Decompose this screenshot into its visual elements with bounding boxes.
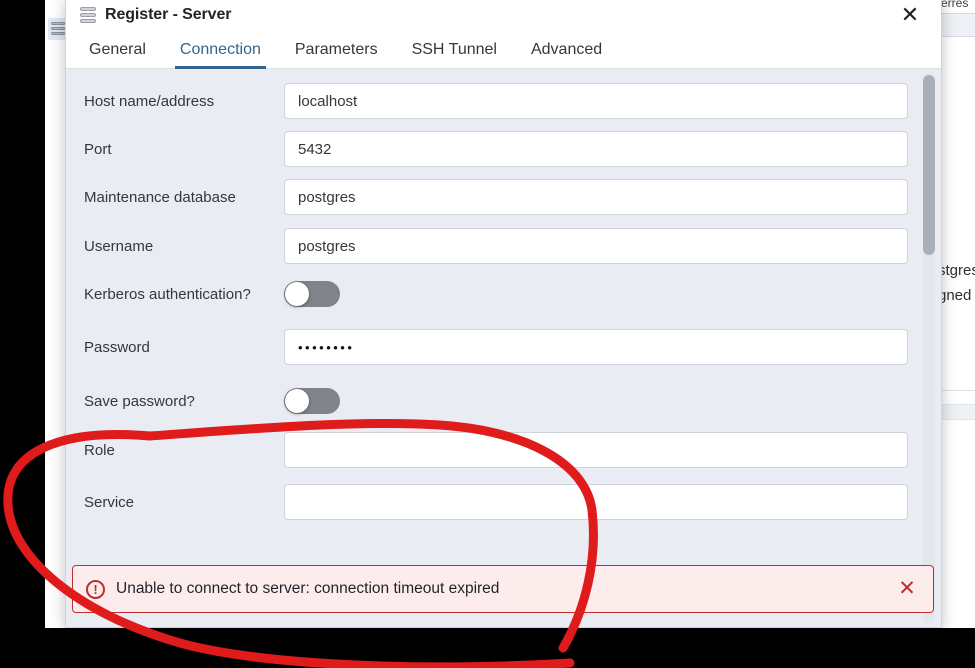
maintenance-database-input[interactable] bbox=[284, 179, 908, 215]
dialog-titlebar: Register - Server ✕ bbox=[66, 0, 941, 30]
toggle-knob bbox=[285, 282, 309, 306]
field-row-password: Password •••••••• bbox=[66, 329, 941, 365]
role-input[interactable] bbox=[284, 432, 908, 468]
label-port: Port bbox=[84, 141, 112, 158]
background-right-text-line-1: stgres bbox=[938, 262, 975, 279]
background-top-strip-text: erres bbox=[941, 0, 969, 10]
screen-root: erres stgres gned Register - Server ✕ Ge… bbox=[0, 0, 975, 668]
port-input[interactable] bbox=[284, 131, 908, 167]
background-right-text: stgres gned bbox=[938, 258, 975, 308]
field-row-maintenance-database: Maintenance database bbox=[66, 179, 941, 215]
dialog-scrollbar-thumb[interactable] bbox=[923, 75, 935, 255]
field-row-host: Host name/address bbox=[66, 83, 941, 119]
background-top-strip: erres bbox=[941, 0, 975, 14]
connection-form-scroll: Host name/address Port Maintenance datab… bbox=[66, 69, 941, 627]
label-service: Service bbox=[84, 494, 135, 511]
error-alert-message: Unable to connect to server: connection … bbox=[116, 580, 500, 597]
background-right-panel bbox=[941, 0, 975, 628]
error-alert-close-button[interactable]: ✕ bbox=[895, 577, 919, 601]
kerberos-authentication-toggle[interactable] bbox=[284, 281, 340, 307]
field-row-username: Username bbox=[66, 228, 941, 264]
background-footer-strip bbox=[941, 404, 975, 420]
toggle-knob bbox=[285, 389, 309, 413]
label-password: Password bbox=[84, 339, 150, 356]
label-username: Username bbox=[84, 238, 154, 255]
label-kerberos-authentication: Kerberos authentication? bbox=[84, 286, 251, 303]
label-save-password: Save password? bbox=[84, 393, 195, 410]
tab-general[interactable]: General bbox=[80, 41, 163, 68]
username-input[interactable] bbox=[284, 228, 908, 264]
error-alert: ! Unable to connect to server: connectio… bbox=[72, 565, 934, 613]
label-role: Role bbox=[84, 442, 115, 459]
field-row-role: Role bbox=[66, 432, 941, 468]
field-row-service: Service bbox=[66, 484, 941, 520]
dialog-tabs: General Connection Parameters SSH Tunnel… bbox=[66, 30, 941, 69]
password-input[interactable]: •••••••• bbox=[284, 329, 908, 365]
background-right-text-line-2: gned bbox=[938, 287, 972, 304]
label-maintenance-database: Maintenance database bbox=[84, 189, 236, 206]
tab-parameters[interactable]: Parameters bbox=[278, 41, 395, 68]
tab-advanced[interactable]: Advanced bbox=[514, 41, 619, 68]
register-server-dialog: Register - Server ✕ General Connection P… bbox=[65, 0, 942, 628]
background-sub-strip bbox=[941, 14, 975, 37]
background-divider bbox=[941, 390, 975, 391]
tab-connection[interactable]: Connection bbox=[163, 41, 278, 69]
service-input[interactable] bbox=[284, 484, 908, 520]
background-tree-rail bbox=[45, 0, 66, 628]
connection-form: Host name/address Port Maintenance datab… bbox=[66, 69, 941, 627]
host-name-input[interactable] bbox=[284, 83, 908, 119]
server-stack-icon bbox=[51, 22, 65, 37]
field-row-kerberos: Kerberos authentication? bbox=[66, 276, 941, 307]
field-row-save-password: Save password? bbox=[66, 383, 941, 414]
field-row-port: Port bbox=[66, 131, 941, 167]
label-host-name: Host name/address bbox=[84, 93, 215, 110]
dialog-close-button[interactable]: ✕ bbox=[889, 0, 931, 30]
server-stack-icon bbox=[80, 6, 96, 24]
tab-ssh-tunnel[interactable]: SSH Tunnel bbox=[395, 41, 514, 68]
dialog-title: Register - Server bbox=[105, 6, 232, 23]
save-password-toggle[interactable] bbox=[284, 388, 340, 414]
error-exclamation-icon: ! bbox=[86, 579, 105, 599]
